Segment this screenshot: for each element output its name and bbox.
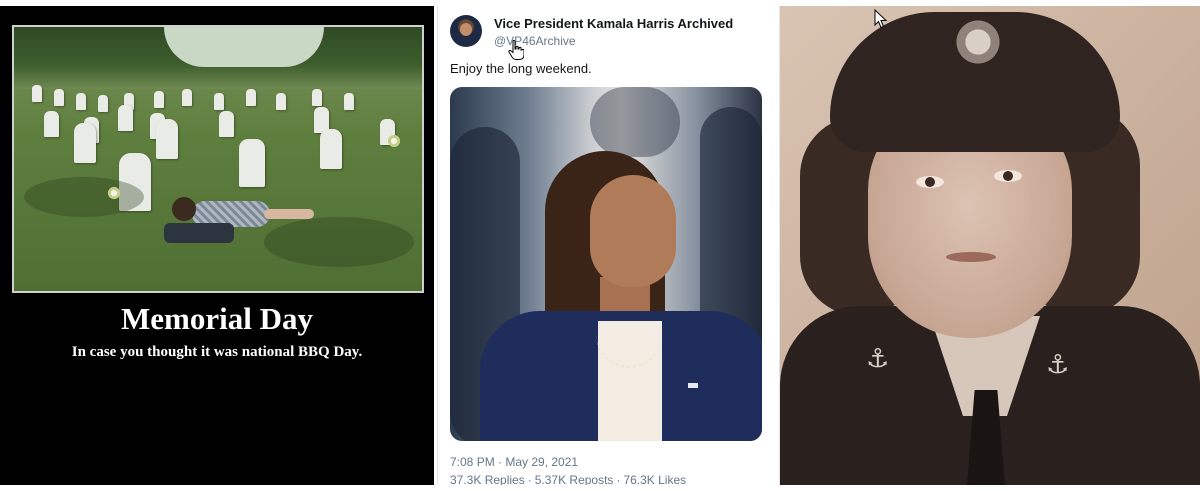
vintage-navy-portrait: ⚓ ⚓ — [780, 6, 1200, 485]
avatar[interactable] — [450, 15, 482, 47]
headstone — [76, 93, 86, 110]
anchor-insignia-icon: ⚓ — [1046, 350, 1070, 380]
tweet-card: Vice President Kamala Harris Archived @V… — [437, 6, 780, 485]
headstone — [219, 111, 234, 137]
headstone — [54, 89, 64, 106]
flowers — [386, 135, 402, 147]
cap-insignia — [950, 20, 1006, 64]
stats-separator: · — [527, 473, 532, 485]
display-name[interactable]: Vice President Kamala Harris Archived — [494, 16, 733, 31]
tree-line — [14, 27, 422, 89]
stats-separator: · — [616, 473, 621, 485]
headstone — [320, 129, 342, 169]
headstone — [154, 91, 164, 108]
headstone — [239, 139, 265, 187]
headstone — [44, 111, 59, 137]
arrow-pointer-icon — [874, 9, 888, 29]
replies-count[interactable]: 37.3K Replies — [450, 473, 525, 485]
headstone — [156, 119, 178, 159]
portrait-face — [590, 175, 676, 287]
reposts-count[interactable]: 5.37K Reposts — [535, 473, 614, 485]
headstone — [246, 89, 256, 106]
mouth — [946, 252, 996, 262]
tweet-stats: 37.3K Replies · 5.37K Reposts · 76.3K Likes — [450, 473, 686, 485]
cemetery-photo — [12, 25, 424, 293]
navy-cap — [830, 12, 1120, 152]
headstone — [344, 93, 354, 110]
left-eye — [916, 176, 944, 188]
tweet-photo[interactable] — [450, 87, 762, 441]
tweet-timestamp[interactable]: 7:08 PM · May 29, 2021 — [450, 455, 578, 469]
headstone — [214, 93, 224, 110]
poster-subtitle: In case you thought it was national BBQ … — [71, 344, 363, 360]
memorial-day-poster: Memorial Day In case you thought it was … — [0, 6, 434, 485]
mourner-lying-on-grave — [164, 189, 314, 243]
headstone — [32, 85, 42, 102]
grass-shadow — [24, 177, 144, 217]
flowers — [106, 187, 122, 199]
headstone — [312, 89, 322, 106]
likes-count[interactable]: 76.3K Likes — [623, 473, 686, 485]
poster-title: Memorial Day — [121, 301, 313, 336]
headstone — [182, 89, 192, 106]
tweet-text: Enjoy the long weekend. — [450, 61, 592, 76]
headstone — [74, 123, 96, 163]
hand-pointer-icon — [508, 40, 524, 60]
lapel-pin — [688, 383, 698, 388]
user-handle[interactable]: @VP46Archive — [494, 34, 576, 48]
right-eye — [994, 170, 1022, 182]
headstone — [98, 95, 108, 112]
anchor-insignia-icon: ⚓ — [866, 344, 890, 374]
headstone — [276, 93, 286, 110]
headstone — [118, 105, 133, 131]
